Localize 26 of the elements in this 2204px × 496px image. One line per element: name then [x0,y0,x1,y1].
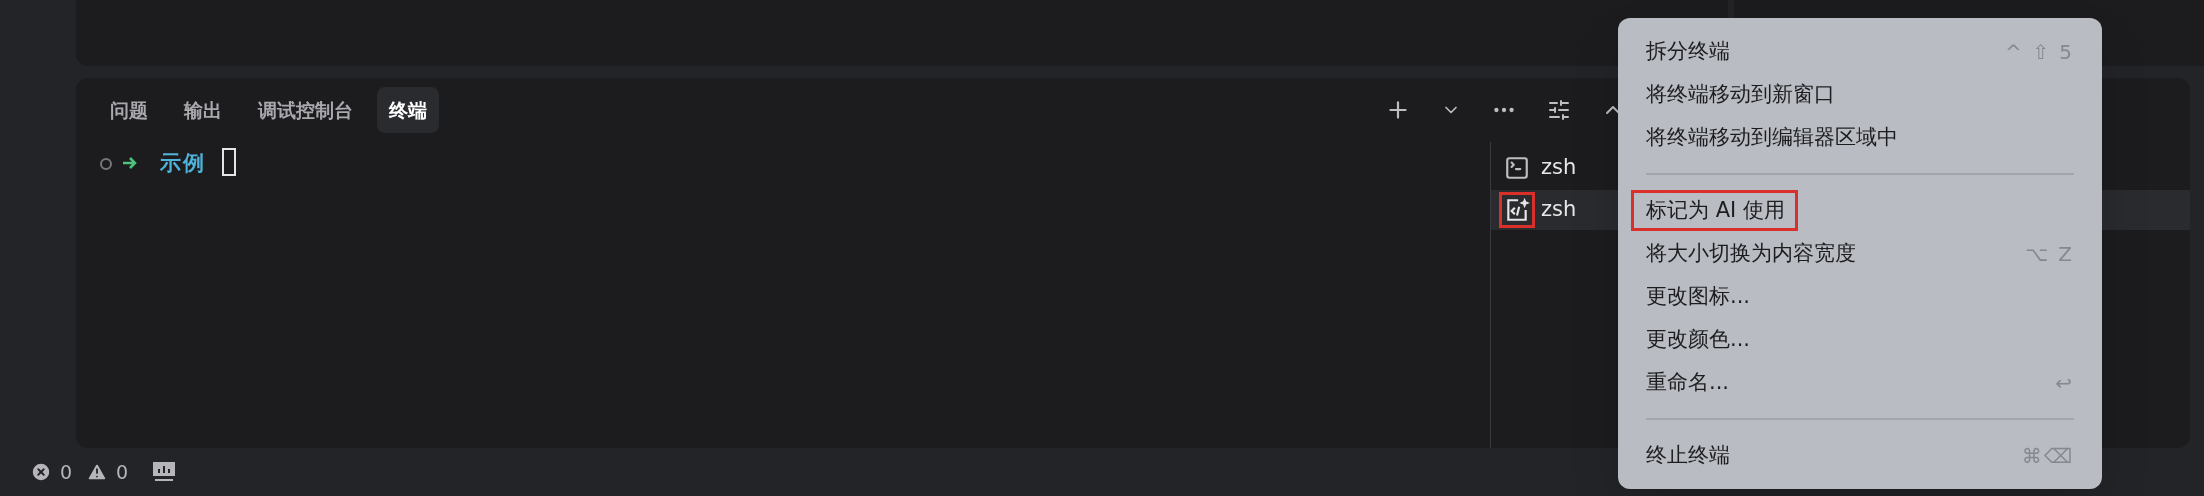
menu-item[interactable]: 更改图标... [1632,275,2088,318]
menu-item-label: 更改颜色... [1646,326,1751,351]
menu-item-label: 终止终端 [1646,442,1730,467]
menu-item-label: 将大小切换为内容宽度 [1646,240,1856,265]
menu-item[interactable]: 更改颜色... [1632,318,2088,361]
menu-item-label: 将终端移动到新窗口 [1646,81,1835,106]
menu-item-label: 更改图标... [1646,283,1751,308]
menu-item[interactable]: 终止终端 ⌘⌫ [1632,434,2088,477]
menu-item[interactable]: 将终端移动到新窗口 [1632,73,2088,116]
panel-tab[interactable]: 终端 [377,87,439,133]
warning-count[interactable]: 0 [116,457,129,487]
terminal-name: zsh [1541,154,1577,182]
shortcut: ↩ [2055,369,2074,397]
menu-item[interactable]: 标记为 AI 使用 [1632,189,2088,232]
menu-item-label: 拆分终端 [1646,38,1730,63]
shortcut: ⌘⌫ [2021,442,2074,470]
panel-tab[interactable]: 输出 [172,87,234,133]
menu-item-label: 将终端移动到编辑器区域中 [1646,124,1898,149]
menu-item[interactable]: 重命名... ↩ [1632,361,2088,404]
folder-name: 示例 [160,150,206,177]
menu-item-label: 标记为 AI 使用 [1646,197,1785,222]
error-count[interactable]: 0 [60,457,73,487]
terminal-name: zsh [1541,196,1577,224]
menu-item-label: 重命名... [1646,369,1730,394]
panel-tab[interactable]: 问题 [98,87,160,133]
panel-tab[interactable]: 调试控制台 [246,87,365,133]
